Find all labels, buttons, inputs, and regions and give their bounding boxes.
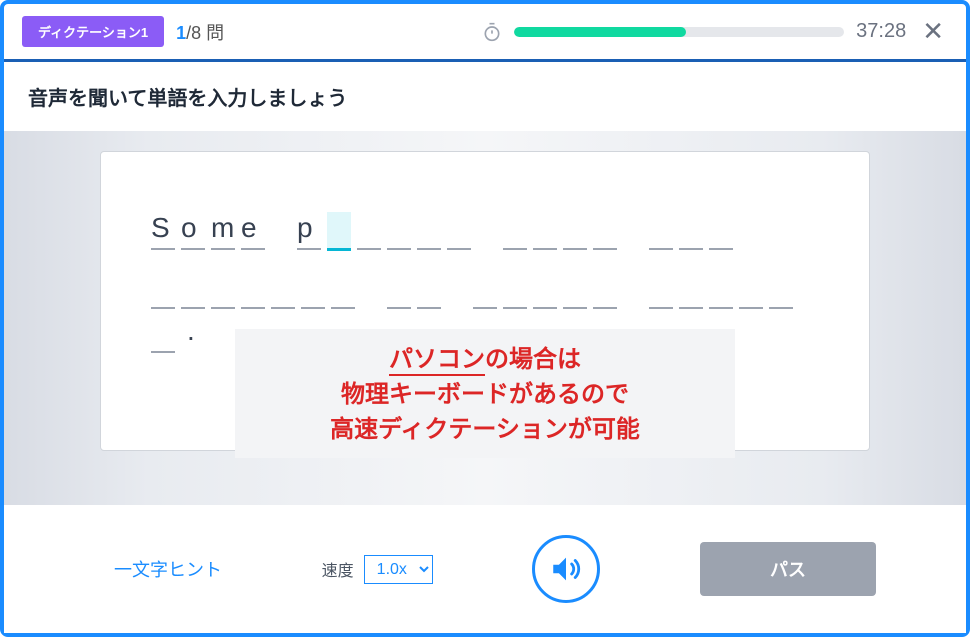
stopwatch-icon bbox=[482, 22, 502, 42]
letter-slot bbox=[533, 212, 557, 250]
letter-slot bbox=[387, 271, 411, 309]
letter-slot bbox=[301, 271, 325, 309]
footer-controls: 一文字ヒント 速度 1.0x パス bbox=[4, 505, 966, 633]
speed-label: 速度 bbox=[322, 557, 354, 581]
letter-slot bbox=[739, 271, 763, 309]
letter-slot bbox=[709, 212, 733, 250]
letter-slot bbox=[417, 271, 441, 309]
letter-slot bbox=[211, 271, 235, 309]
header-bar: ディクテーション1 1/8 問 37:28 ✕ bbox=[4, 4, 966, 59]
letter-slot bbox=[151, 271, 175, 309]
letter-slot bbox=[181, 271, 205, 309]
letter-slot bbox=[503, 212, 527, 250]
sentence-period: . bbox=[181, 315, 205, 347]
letter-slot bbox=[271, 271, 295, 309]
letter-slot bbox=[327, 212, 351, 251]
letter-slot bbox=[649, 271, 673, 309]
letter-slot: p bbox=[297, 212, 321, 250]
speed-control: 速度 1.0x bbox=[322, 555, 433, 584]
time-remaining: 37:28 bbox=[856, 20, 906, 43]
letter-slot bbox=[357, 212, 381, 250]
instruction-text: 音声を聞いて単語を入力しましょう bbox=[4, 62, 966, 131]
letter-slot bbox=[503, 271, 527, 309]
letter-slot bbox=[593, 212, 617, 250]
letter-slot bbox=[709, 271, 733, 309]
letter-slot bbox=[679, 271, 703, 309]
main-area: Somep . パソコンの場合は 物理キーボードがあるので 高速ディクテーション… bbox=[4, 131, 966, 505]
pass-button[interactable]: パス bbox=[700, 542, 876, 596]
speed-select[interactable]: 1.0x bbox=[364, 555, 433, 584]
letter-slot bbox=[563, 212, 587, 250]
letter-slot bbox=[679, 212, 703, 250]
letter-slot bbox=[769, 271, 793, 309]
letter-slot: S bbox=[151, 212, 175, 250]
letter-slot: m bbox=[211, 212, 235, 250]
mode-badge: ディクテーション1 bbox=[22, 16, 164, 47]
letter-slot bbox=[473, 271, 497, 309]
letter-slot: e bbox=[241, 212, 265, 250]
letter-slot bbox=[533, 271, 557, 309]
letter-slot bbox=[387, 212, 411, 250]
letter-slot bbox=[563, 271, 587, 309]
overlay-annotation: パソコンの場合は 物理キーボードがあるので 高速ディクテーションが可能 bbox=[235, 329, 735, 458]
time-progress-bar bbox=[514, 27, 844, 37]
speaker-icon bbox=[549, 552, 583, 586]
close-icon[interactable]: ✕ bbox=[918, 16, 948, 47]
question-progress: 1/8 問 bbox=[176, 19, 224, 45]
letter-slot bbox=[241, 271, 265, 309]
letter-slot bbox=[447, 212, 471, 250]
letter-slot: o bbox=[181, 212, 205, 250]
letter-slot bbox=[331, 271, 355, 309]
time-progress-fill bbox=[514, 27, 686, 37]
letter-slot bbox=[593, 271, 617, 309]
letter-slot bbox=[649, 212, 673, 250]
play-audio-button[interactable] bbox=[532, 535, 600, 603]
letter-slot bbox=[151, 315, 175, 353]
hint-button[interactable]: 一文字ヒント bbox=[114, 556, 222, 582]
dictation-card: Somep . パソコンの場合は 物理キーボードがあるので 高速ディクテーション… bbox=[100, 151, 870, 451]
letter-slot bbox=[417, 212, 441, 250]
